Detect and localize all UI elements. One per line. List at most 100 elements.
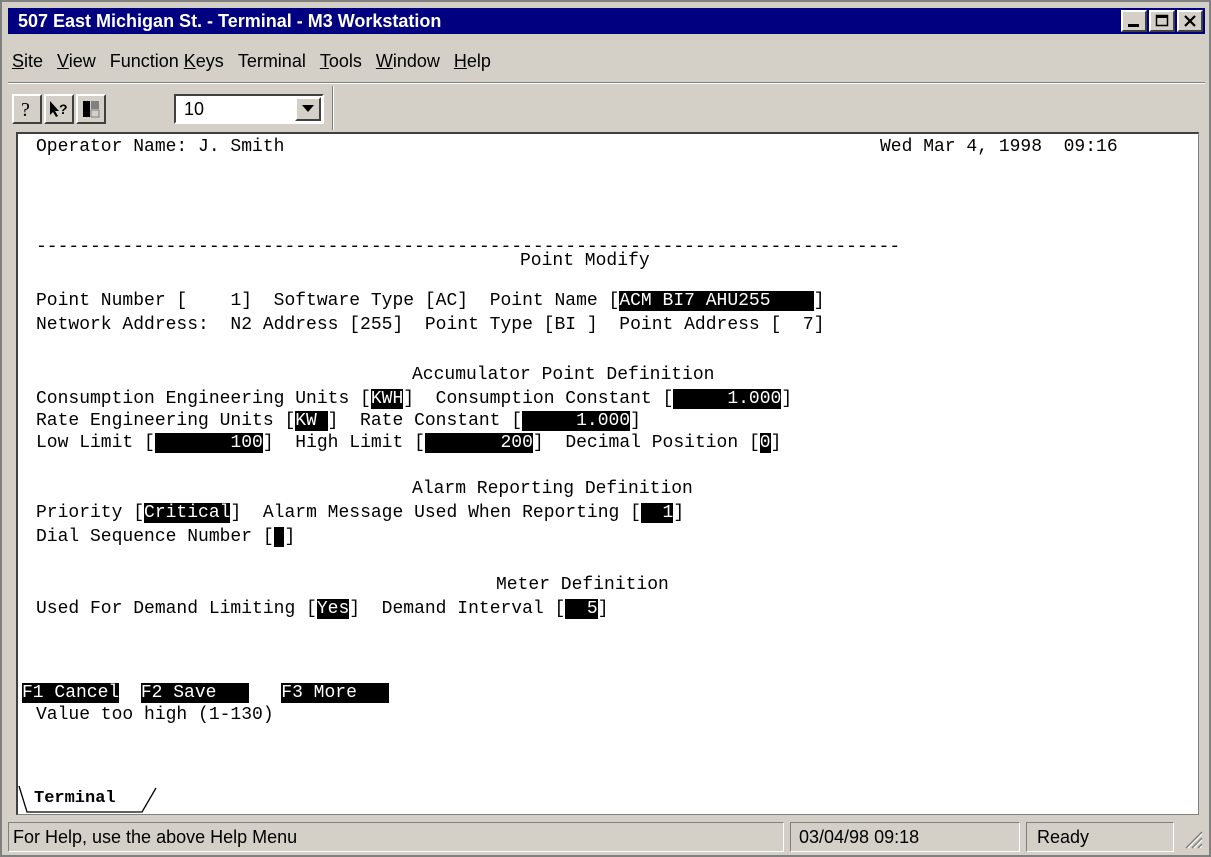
status-datetime: 03/04/98 09:18 bbox=[790, 822, 1020, 852]
limits-row: Low Limit [ 100] High Limit [ 200] Decim… bbox=[36, 432, 781, 454]
status-bar: For Help, use the above Help Menu 03/04/… bbox=[8, 822, 1205, 852]
menu-item-3[interactable]: Terminal bbox=[238, 51, 306, 72]
close-bracket: ] bbox=[770, 433, 782, 453]
software-type-label: ] Software Type [AC] Point Name [ bbox=[241, 291, 620, 311]
priority-row: Priority [Critical] Alarm Message Used W… bbox=[36, 502, 684, 524]
status-state: Ready bbox=[1026, 822, 1174, 852]
decimal-position-field[interactable]: 0 bbox=[759, 433, 771, 453]
size-grip-icon[interactable] bbox=[1180, 826, 1204, 855]
point-number-field[interactable]: 1 bbox=[187, 291, 241, 311]
meter-header: Meter Definition bbox=[496, 575, 669, 595]
menu-item-1[interactable]: View bbox=[57, 51, 96, 72]
f2-save-key[interactable]: F2 Save bbox=[140, 683, 249, 703]
combo-dropdown-button[interactable] bbox=[295, 97, 321, 121]
priority-label: Priority [ bbox=[36, 503, 145, 523]
menu-item-0[interactable]: Site bbox=[12, 51, 43, 72]
status-help-text: For Help, use the above Help Menu bbox=[8, 822, 784, 852]
menu-item-accelerator: V bbox=[57, 50, 69, 71]
zoom-combo[interactable]: 10 bbox=[174, 94, 324, 124]
consumption-units-label: Consumption Engineering Units [ bbox=[36, 389, 371, 409]
alarm-message-field[interactable]: 1 bbox=[640, 503, 674, 523]
title-bar[interactable]: 507 East Michigan St. - Terminal - M3 Wo… bbox=[8, 8, 1205, 34]
consumption-units-field[interactable]: KWH bbox=[370, 389, 404, 409]
alarm-header: Alarm Reporting Definition bbox=[412, 479, 693, 499]
toolbar: ? ? 10 bbox=[12, 86, 342, 132]
demand-row: Used For Demand Limiting [Yes] Demand In… bbox=[36, 598, 609, 620]
rate-constant-field[interactable]: 1.000 bbox=[522, 411, 631, 431]
menu-item-text: ools bbox=[328, 50, 362, 71]
point-number-row: Point Number [ 1] Software Type [AC] Poi… bbox=[36, 290, 825, 312]
close-bracket: ] bbox=[781, 389, 793, 409]
menu-item-text: eys bbox=[195, 50, 224, 71]
close-bracket: ] bbox=[630, 411, 641, 431]
window-controls bbox=[1119, 10, 1203, 32]
menu-item-2[interactable]: Function Keys bbox=[110, 51, 224, 72]
high-limit-label: ] High Limit [ bbox=[262, 433, 425, 453]
status-message: Value too high (1-130) bbox=[36, 705, 274, 725]
rate-units-label: Rate Engineering Units [ bbox=[36, 411, 296, 431]
priority-field[interactable]: Critical bbox=[144, 503, 231, 523]
point-name-field[interactable]: ACM BI7 AHU255 bbox=[619, 291, 814, 311]
maximize-button[interactable] bbox=[1149, 10, 1175, 32]
f1-cancel-key[interactable]: F1 Cancel bbox=[22, 683, 120, 703]
terminal-screen[interactable]: Operator Name: J. Smith Wed Mar 4, 1998 … bbox=[16, 132, 1199, 815]
high-limit-field[interactable]: 200 bbox=[424, 433, 533, 453]
alarm-message-label: ] Alarm Message Used When Reporting [ bbox=[230, 503, 641, 523]
menu-item-text: elp bbox=[466, 50, 491, 71]
toolbar-divider bbox=[332, 86, 334, 130]
menu-bar: Site View Function Keys Terminal Tools Window… bbox=[12, 46, 505, 76]
menu-item-text: ite bbox=[24, 50, 44, 71]
dial-sequence-field[interactable] bbox=[273, 527, 285, 547]
f3-more-key[interactable]: F3 More bbox=[281, 683, 390, 703]
close-bracket: ] bbox=[673, 503, 685, 523]
low-limit-field[interactable]: 100 bbox=[154, 433, 263, 453]
decimal-position-label: ] Decimal Position [ bbox=[532, 433, 760, 453]
window-title: 507 East Michigan St. - Terminal - M3 Wo… bbox=[18, 10, 442, 31]
close-icon bbox=[1184, 15, 1196, 27]
svg-text:?: ? bbox=[21, 99, 30, 119]
menu-item-accelerator: T bbox=[319, 50, 329, 71]
minimize-icon bbox=[1128, 24, 1139, 27]
close-bracket: ] bbox=[597, 599, 609, 619]
help-button[interactable]: ? bbox=[12, 94, 42, 124]
consumption-row: Consumption Engineering Units [KWH] Cons… bbox=[36, 388, 792, 410]
close-button[interactable] bbox=[1177, 10, 1203, 32]
menu-item-text: indow bbox=[392, 50, 440, 71]
dial-row: Dial Sequence Number [ ] bbox=[36, 526, 295, 548]
demand-limiting-field[interactable]: Yes bbox=[316, 599, 350, 619]
rate-row: Rate Engineering Units [KW ] Rate Consta… bbox=[36, 410, 641, 432]
workstation-window: 507 East Michigan St. - Terminal - M3 Wo… bbox=[0, 0, 1211, 857]
demand-interval-label: ] Demand Interval [ bbox=[349, 599, 566, 619]
rate-constant-label: ] Rate Constant [ bbox=[327, 411, 523, 431]
close-bracket: ] bbox=[813, 291, 825, 311]
point-number-label: Point Number [ bbox=[36, 291, 188, 311]
consumption-constant-label: ] Consumption Constant [ bbox=[403, 389, 674, 409]
menu-item-accelerator: W bbox=[375, 50, 393, 71]
accumulator-header: Accumulator Point Definition bbox=[412, 365, 715, 385]
zoom-combo-value: 10 bbox=[184, 99, 205, 119]
rate-units-field[interactable]: KW bbox=[295, 411, 328, 431]
menu-separator bbox=[8, 82, 1205, 84]
consumption-constant-field[interactable]: 1.000 bbox=[673, 389, 782, 409]
separator-line: ----------------------------------------… bbox=[36, 237, 901, 257]
screen-title: Point Modify bbox=[520, 251, 650, 271]
menu-item-accelerator: S bbox=[12, 50, 25, 71]
demand-interval-field[interactable]: 5 bbox=[565, 599, 598, 619]
tab-terminal-label: Terminal bbox=[34, 789, 116, 808]
menu-item-6[interactable]: Help bbox=[454, 51, 491, 72]
terminal-datetime: Wed Mar 4, 1998 09:16 bbox=[880, 137, 1118, 157]
context-help-button[interactable]: ? bbox=[44, 94, 74, 124]
chevron-down-icon bbox=[302, 105, 314, 112]
function-keys: F1 Cancel F2 Save F3 More bbox=[22, 682, 390, 704]
svg-text:?: ? bbox=[59, 101, 68, 117]
menu-item-text: Terminal bbox=[237, 50, 306, 71]
dial-sequence-label: Dial Sequence Number [ bbox=[36, 527, 274, 547]
minimize-button[interactable] bbox=[1121, 10, 1147, 32]
menu-item-4[interactable]: Tools bbox=[320, 51, 362, 72]
help-icon: ? bbox=[21, 99, 30, 119]
tab-terminal[interactable]: Terminal bbox=[18, 786, 168, 814]
window-layout-button[interactable] bbox=[76, 94, 106, 124]
menu-item-5[interactable]: Window bbox=[376, 51, 440, 72]
low-limit-label: Low Limit [ bbox=[36, 433, 155, 453]
context-help-icon: ? bbox=[50, 101, 68, 117]
